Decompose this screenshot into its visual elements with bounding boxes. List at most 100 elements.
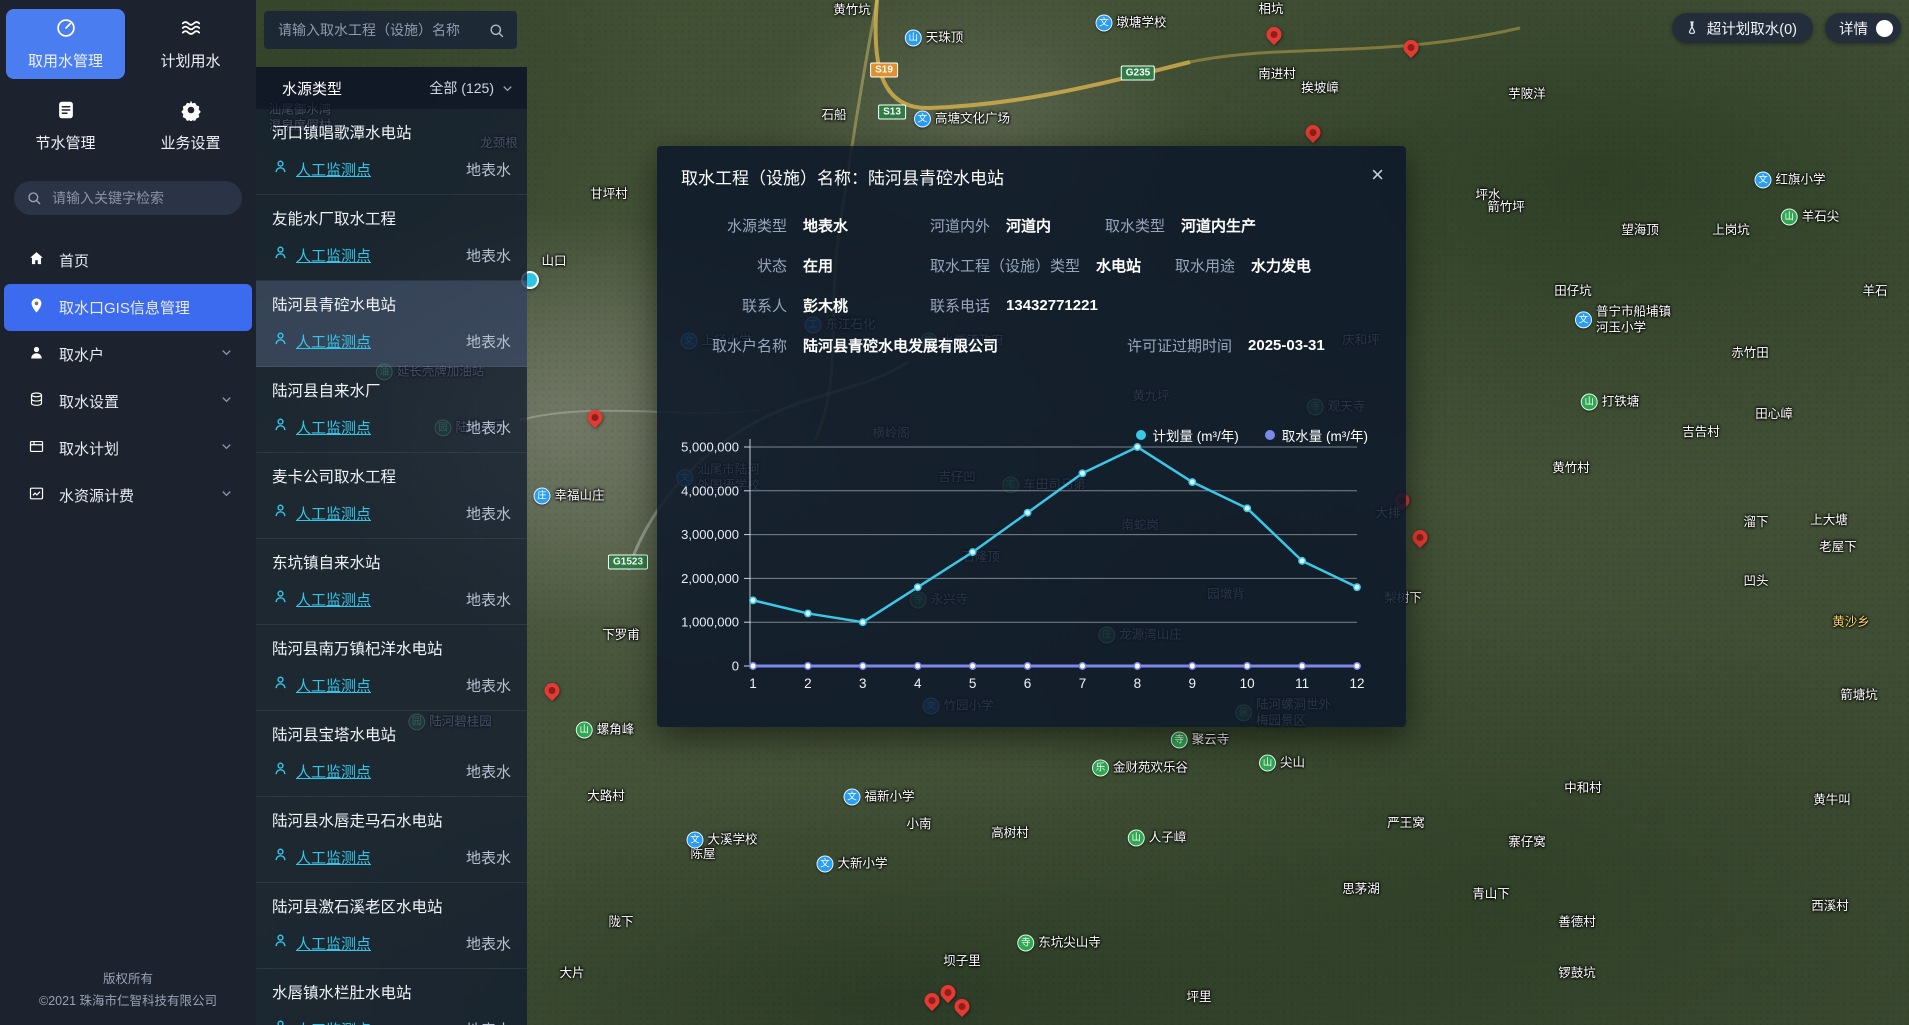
sidebar-item-label: 取水计划: [59, 438, 119, 459]
sidebar-search[interactable]: [14, 181, 242, 215]
field-label: 状态: [687, 255, 787, 276]
field-label: 取水户名称: [687, 335, 787, 356]
poi-green-icon[interactable]: 山: [1259, 755, 1276, 772]
field-value: 水电站: [1096, 255, 1141, 276]
station-list-item[interactable]: 东坑镇自来水站人工监测点地表水: [256, 539, 527, 625]
app-tile-label: 取用水管理: [28, 50, 103, 71]
poi-blue-icon[interactable]: 庄: [533, 488, 550, 505]
poi-green-icon[interactable]: 乐: [1092, 760, 1109, 777]
station-monitor-type: 人工监测点: [296, 761, 371, 782]
poi-blue-icon[interactable]: 文: [843, 789, 860, 806]
sidebar-search-input[interactable]: [50, 189, 235, 207]
map-label: 赤竹田: [1731, 346, 1769, 362]
app-tile-1[interactable]: 取用水管理: [6, 9, 125, 79]
map-label: 山螺角峰: [576, 722, 635, 739]
sidebar-item-5[interactable]: 取水计划: [4, 425, 252, 472]
station-water-source: 地表水: [466, 675, 511, 696]
poi-green-icon[interactable]: 山: [1781, 209, 1798, 226]
svg-text:4,000,000: 4,000,000: [681, 483, 739, 498]
over-plan-intake-button[interactable]: 超计划取水(0): [1672, 13, 1813, 43]
map-label: 山尖山: [1259, 755, 1305, 772]
map-label: 田心嶂: [1755, 407, 1793, 423]
sidebar-item-4[interactable]: 取水设置: [4, 378, 252, 425]
map-label-text: 陇下: [608, 915, 633, 931]
station-list-item[interactable]: 友能水厂取水工程人工监测点地表水: [256, 195, 527, 281]
station-list-item[interactable]: 麦卡公司取水工程人工监测点地表水: [256, 453, 527, 539]
source-type-filter[interactable]: 水源类型 全部 (125): [256, 67, 527, 109]
sidebar-item-2[interactable]: 取水口GIS信息管理: [4, 284, 252, 331]
poi-blue-icon[interactable]: 山: [905, 30, 922, 47]
station-list-item[interactable]: 陆河县激石溪老区水电站人工监测点地表水: [256, 883, 527, 969]
legend-item-1[interactable]: 计划量 (m³/年): [1136, 425, 1239, 445]
map-label: 箭塘坑: [1840, 688, 1878, 704]
modal-title: 取水工程（设施）名称：陆河县青硿水电站: [657, 146, 1406, 189]
legend-item-2[interactable]: 取水量 (m³/年): [1265, 425, 1368, 445]
detail-label: 详情: [1839, 18, 1868, 39]
poi-green-icon[interactable]: 山: [576, 722, 593, 739]
station-water-source: 地表水: [466, 503, 511, 524]
app-tile-4[interactable]: 业务设置: [131, 91, 250, 161]
map-label: 吉告村: [1682, 425, 1720, 441]
map-label-text: 羊石: [1862, 284, 1887, 300]
map-label: 山口: [541, 254, 566, 270]
sidebar-item-3[interactable]: 取水户: [4, 331, 252, 378]
poi-blue-icon[interactable]: 文: [686, 832, 703, 849]
station-list-item[interactable]: 水唇镇水栏肚水电站人工监测点地表水: [256, 969, 527, 1025]
poi-green-icon[interactable]: 山: [1128, 830, 1145, 847]
station-list-item[interactable]: 陆河县青硿水电站人工监测点地表水: [256, 281, 527, 367]
map-label: 陈屋: [690, 847, 715, 863]
poi-blue-icon[interactable]: 文: [816, 856, 833, 873]
poi-blue-icon[interactable]: 文: [1095, 15, 1112, 32]
map-label: 山人子嶂: [1128, 830, 1187, 847]
sidebar-item-6[interactable]: 水资源计费: [4, 472, 252, 519]
svg-text:6: 6: [1024, 676, 1032, 691]
station-water-source: 地表水: [466, 417, 511, 438]
map-label-text: 下罗甫: [602, 628, 640, 644]
map-label: 小南: [906, 817, 931, 833]
station-list-item[interactable]: 河口镇唱歌潭水电站人工监测点地表水: [256, 109, 527, 195]
poi-green-icon[interactable]: 寺: [1017, 935, 1034, 952]
station-monitor-type: 人工监测点: [296, 589, 371, 610]
map-label: 山天珠顶: [905, 30, 964, 47]
map-label-text: 芋陂洋: [1508, 87, 1546, 103]
svg-text:10: 10: [1240, 676, 1255, 691]
sidebar-item-1[interactable]: 首页: [4, 237, 252, 284]
gauge-icon: [55, 17, 77, 43]
station-monitor-type: 人工监测点: [296, 159, 371, 180]
road-badge: G235: [1121, 66, 1155, 81]
poi-blue-icon[interactable]: 文: [1754, 172, 1771, 189]
close-icon[interactable]: ×: [1367, 160, 1388, 190]
usage-line-chart: 01,000,0002,000,0003,000,0004,000,0005,0…: [657, 421, 1406, 721]
station-monitor-type: 人工监测点: [296, 847, 371, 868]
station-search-input[interactable]: [276, 21, 480, 39]
station-search[interactable]: [264, 11, 517, 49]
poi-green-icon[interactable]: 寺: [1171, 732, 1188, 749]
detail-toggle[interactable]: 详情: [1825, 13, 1901, 43]
poi-blue-icon[interactable]: 文: [914, 111, 931, 128]
field-cell: 许可证过期时间2025-03-31: [1127, 335, 1325, 356]
poi-blue-icon[interactable]: 文: [1575, 312, 1592, 329]
poi-green-icon[interactable]: 山: [1581, 394, 1598, 411]
sidebar-item-label: 取水户: [59, 344, 104, 365]
station-monitor-type: 人工监测点: [296, 1019, 371, 1025]
map-label-text: 寨仔窝: [1508, 835, 1546, 851]
map-label: 羊石: [1862, 284, 1887, 300]
station-list-item[interactable]: 陆河县宝塔水电站人工监测点地表水: [256, 711, 527, 797]
station-list-item[interactable]: 陆河县自来水厂人工监测点地表水: [256, 367, 527, 453]
person-icon: [272, 1018, 289, 1025]
map-label-text: 螺角峰: [597, 722, 635, 738]
map-label: 溜下: [1743, 515, 1768, 531]
station-list-item[interactable]: 陆河县南万镇杞洋水电站人工监测点地表水: [256, 625, 527, 711]
station-name: 麦卡公司取水工程: [272, 465, 511, 487]
station-meta: 人工监测点地表水: [272, 1018, 511, 1025]
app-tile-3[interactable]: 节水管理: [6, 91, 125, 161]
road-badge: S19: [870, 63, 898, 78]
sidebar-item-label: 水资源计费: [59, 485, 134, 506]
toggle-knob[interactable]: [1876, 20, 1893, 37]
field-value: 河道内生产: [1181, 215, 1256, 236]
map-label: 文大新小学: [816, 856, 887, 873]
station-list-item[interactable]: 陆河县水唇走马石水电站人工监测点地表水: [256, 797, 527, 883]
gear-icon: [180, 99, 202, 125]
search-icon[interactable]: [488, 22, 505, 39]
app-tile-2[interactable]: 计划用水: [131, 9, 250, 79]
